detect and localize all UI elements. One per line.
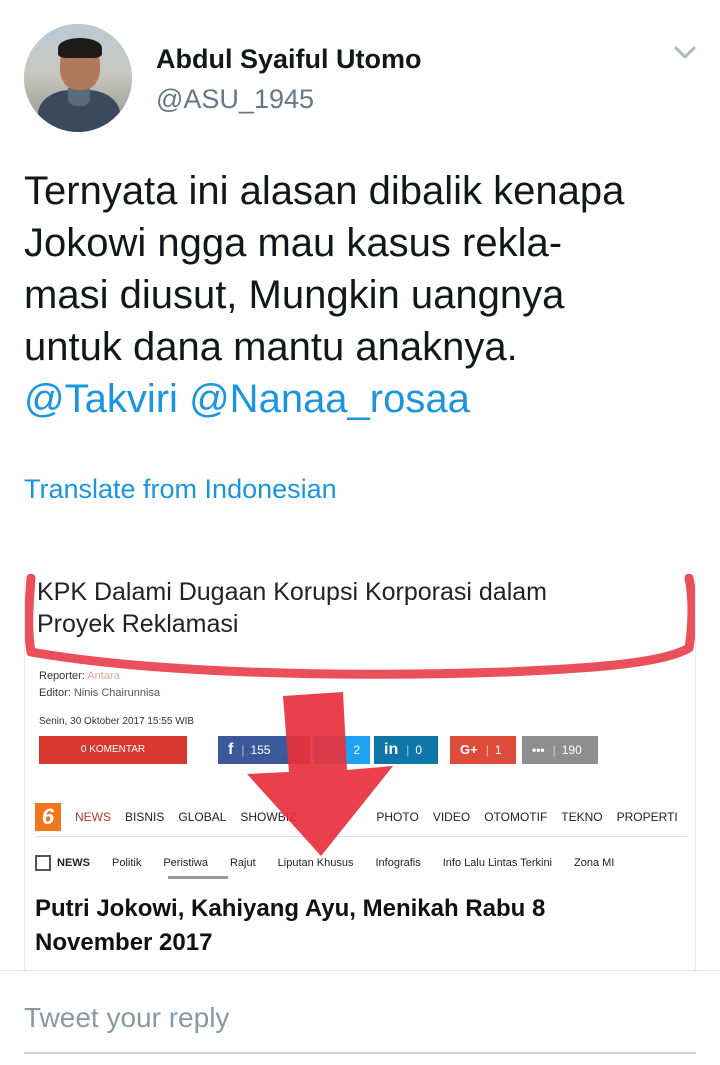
reply-input[interactable]: Tweet your reply — [24, 1002, 229, 1034]
article-title-line: Putri Jokowi, Kahiyang Ayu, Menikah Rabu… — [35, 895, 546, 922]
tweet-line: untuk dana mantu anaknya. — [24, 325, 518, 369]
tweet-line: Ternyata ini alasan dibalik kenapa — [24, 169, 625, 213]
active-tab-indicator — [168, 876, 228, 879]
mention-link[interactable]: @Nanaa_rosaa — [189, 377, 470, 421]
article-title-line: November 2017 — [35, 929, 213, 956]
reply-input-underline — [24, 1052, 696, 1054]
tweet-text: Ternyata ini alasan dibalik kenapa Jokow… — [24, 165, 704, 425]
chevron-down-icon[interactable] — [670, 40, 700, 66]
avatar[interactable] — [24, 24, 132, 132]
author-handle[interactable]: @ASU_1945 — [156, 84, 314, 115]
translate-link[interactable]: Translate from Indonesian — [24, 474, 337, 505]
tweet-line: Jokowi ngga mau kasus rekla- — [24, 221, 563, 265]
author-name[interactable]: Abdul Syaiful Utomo — [156, 44, 422, 75]
reply-divider — [0, 970, 720, 971]
tweet-line: masi diusut, Mungkin uangnya — [24, 273, 565, 317]
tweet-media-image[interactable]: KPK Dalami Dugaan Korupsi Korporasi dala… — [24, 574, 696, 970]
article-title[interactable]: Putri Jokowi, Kahiyang Ayu, Menikah Rabu… — [35, 892, 545, 960]
red-arrow-annotation — [247, 692, 393, 856]
mention-link[interactable]: @Takviri — [24, 377, 178, 421]
